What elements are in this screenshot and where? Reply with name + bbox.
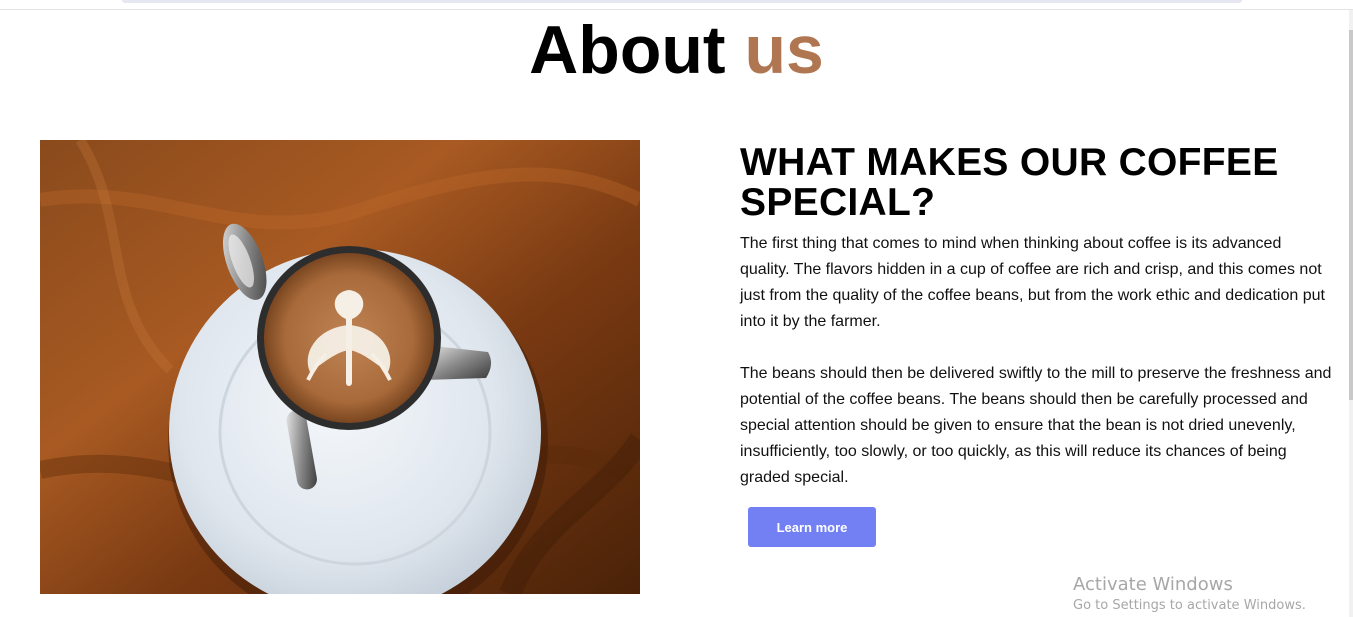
watermark-title: Activate Windows: [1073, 574, 1233, 595]
top-navbar-edge: [122, 0, 1242, 3]
page-title-accent: us: [744, 12, 824, 88]
about-paragraph-1: The first thing that comes to mind when …: [740, 235, 1325, 330]
page-title-main: About: [529, 12, 726, 88]
coffee-image: [40, 140, 640, 594]
section-heading: WHAT MAKES OUR COFFEE SPECIAL?: [740, 141, 1279, 224]
header-divider: [0, 9, 1353, 10]
watermark-subtitle: Go to Settings to activate Windows.: [1073, 598, 1306, 613]
coffee-photo-icon: [40, 140, 640, 594]
about-paragraph-2: The beans should then be delivered swift…: [740, 365, 1332, 486]
learn-more-button[interactable]: Learn more: [748, 507, 876, 547]
page-title: About us: [0, 12, 1353, 88]
windows-activation-watermark: Activate Windows Go to Settings to activ…: [1073, 574, 1306, 616]
